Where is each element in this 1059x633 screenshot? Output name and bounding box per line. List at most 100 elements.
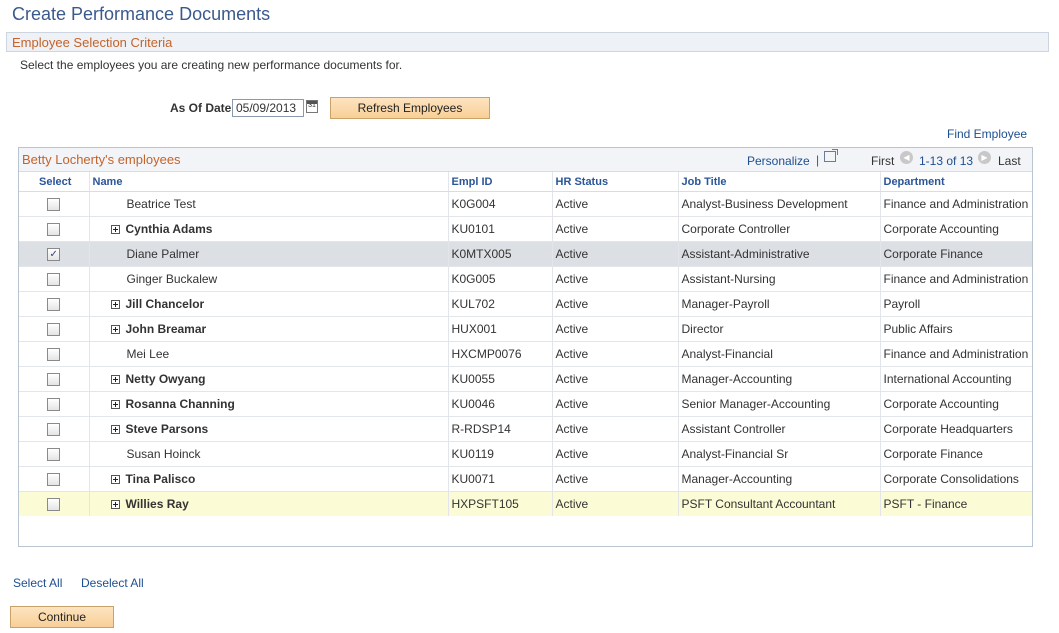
employee-name: Cynthia Adams: [125, 222, 213, 236]
select-checkbox[interactable]: [47, 223, 61, 237]
select-cell: ✓: [19, 241, 89, 267]
table-row: Ginger Buckalew K0G005 Active Assistant-Nur…: [19, 266, 1032, 292]
select-cell: [19, 316, 89, 342]
job-title-cell: Assistant-Administrative: [677, 241, 880, 267]
job-title-cell: Manager-Payroll: [677, 291, 880, 317]
table-row: John Breamar HUX001 Active Director Public A…: [19, 316, 1032, 342]
instructions-text: Select the employees you are creating ne…: [20, 58, 403, 72]
job-title-cell: Analyst-Financial Sr: [677, 441, 880, 467]
hr-status-cell: Active: [551, 316, 678, 342]
calendar-icon[interactable]: 31: [306, 100, 318, 113]
next-icon[interactable]: ▶: [978, 151, 991, 164]
employee-table: Select Name Empl ID HR Status Job Title …: [19, 172, 1032, 516]
table-row: Netty Owyang KU0055 Active Manager-Accounti…: [19, 366, 1032, 392]
name-cell: Tina Palisco: [88, 466, 448, 492]
expand-icon[interactable]: [110, 500, 120, 510]
select-checkbox[interactable]: [47, 448, 61, 462]
select-checkbox[interactable]: [47, 198, 61, 212]
select-checkbox[interactable]: [47, 273, 61, 287]
column-header-select: Select: [19, 172, 89, 192]
column-header-empl-id[interactable]: Empl ID: [447, 172, 552, 192]
employee-name: Jill Chancelor: [125, 297, 205, 311]
employee-name: Diane Palmer: [126, 247, 200, 261]
employee-name: Netty Owyang: [125, 372, 206, 386]
calendar-icon-text: 31: [308, 102, 316, 109]
employee-name: Mei Lee: [126, 347, 170, 361]
department-cell: Finance and Administration: [879, 191, 1032, 217]
expand-icon[interactable]: [110, 425, 120, 435]
department-cell: Payroll: [879, 291, 1032, 317]
job-title-cell: PSFT Consultant Accountant: [677, 491, 880, 516]
column-header-hr-status[interactable]: HR Status: [551, 172, 678, 192]
column-header-job-title[interactable]: Job Title: [677, 172, 880, 192]
select-checkbox[interactable]: ✓: [47, 248, 61, 262]
department-cell: PSFT - Finance: [879, 491, 1032, 516]
page-title: Create Performance Documents: [12, 4, 271, 24]
column-header-name[interactable]: Name: [88, 172, 448, 192]
name-cell: Beatrice Test: [88, 191, 448, 217]
expand-icon[interactable]: [110, 225, 120, 235]
expand-icon[interactable]: [110, 475, 120, 485]
refresh-employees-button[interactable]: Refresh Employees: [330, 97, 490, 119]
hr-status-cell: Active: [551, 491, 678, 516]
view-all-icon[interactable]: [824, 149, 838, 162]
select-checkbox[interactable]: [47, 373, 61, 387]
find-employee-link[interactable]: Find Employee: [947, 127, 1027, 141]
department-cell: Corporate Finance: [879, 441, 1032, 467]
hr-status-cell: Active: [551, 216, 678, 242]
table-row: ✓ Diane Palmer K0MTX005 Active Assistant-Adm…: [19, 241, 1032, 267]
empl-id-cell: HXCMP0076: [447, 341, 552, 367]
column-header-department[interactable]: Department: [879, 172, 1032, 192]
previous-icon[interactable]: ◀: [900, 151, 913, 164]
name-cell: Netty Owyang: [88, 366, 448, 392]
first-label[interactable]: First: [871, 154, 894, 168]
select-checkbox[interactable]: [47, 298, 61, 312]
separator: |: [816, 153, 820, 167]
select-checkbox[interactable]: [47, 473, 61, 487]
job-title-cell: Corporate Controller: [677, 216, 880, 242]
employee-name: Willies Ray: [125, 497, 189, 511]
job-title-cell: Senior Manager-Accounting: [677, 391, 880, 417]
select-checkbox[interactable]: [47, 348, 61, 362]
as-of-date-input[interactable]: [232, 99, 304, 117]
name-cell: Steve Parsons: [88, 416, 448, 442]
table-row: Susan Hoinck KU0119 Active Analyst-Financia…: [19, 441, 1032, 467]
job-title-cell: Manager-Accounting: [677, 366, 880, 392]
hr-status-cell: Active: [551, 441, 678, 467]
select-checkbox[interactable]: [47, 398, 61, 412]
expand-icon[interactable]: [110, 325, 120, 335]
hr-status-cell: Active: [551, 241, 678, 267]
select-checkbox[interactable]: [47, 323, 61, 337]
table-row: Rosanna Channing KU0046 Active Senior Manag…: [19, 391, 1032, 417]
empl-id-cell: KUL702: [447, 291, 552, 317]
expand-icon[interactable]: [110, 375, 120, 385]
as-of-date-label: As Of Date: [170, 101, 232, 115]
last-label[interactable]: Last: [998, 154, 1021, 168]
row-count: 1-13 of 13: [919, 154, 974, 168]
employee-name: Susan Hoinck: [126, 447, 201, 461]
select-checkbox[interactable]: [47, 498, 61, 512]
empl-id-cell: KU0101: [447, 216, 552, 242]
hr-status-cell: Active: [551, 391, 678, 417]
name-cell: Diane Palmer: [88, 241, 448, 267]
table-row: Beatrice Test K0G004 Active Analyst-Busines…: [19, 191, 1032, 217]
continue-button[interactable]: Continue: [10, 606, 114, 628]
deselect-all-link[interactable]: Deselect All: [81, 576, 144, 590]
expand-icon[interactable]: [110, 400, 120, 410]
hr-status-cell: Active: [551, 191, 678, 217]
employee-grid: Betty Locherty's employees Personalize |…: [18, 147, 1033, 547]
select-checkbox[interactable]: [47, 423, 61, 437]
table-row: Mei Lee HXCMP0076 Active Analyst-Financial F…: [19, 341, 1032, 367]
table-row: Cynthia Adams KU0101 Active Corporate Contr…: [19, 216, 1032, 242]
select-all-link[interactable]: Select All: [13, 576, 62, 590]
department-cell: Corporate Accounting: [879, 216, 1032, 242]
select-cell: [19, 291, 89, 317]
employee-name: Steve Parsons: [125, 422, 209, 436]
name-cell: Rosanna Channing: [88, 391, 448, 417]
department-cell: Public Affairs: [879, 316, 1032, 342]
empl-id-cell: HXPSFT105: [447, 491, 552, 516]
personalize-link[interactable]: Personalize: [747, 154, 810, 168]
expand-icon[interactable]: [110, 300, 120, 310]
department-cell: Corporate Consolidations: [879, 466, 1032, 492]
hr-status-cell: Active: [551, 291, 678, 317]
